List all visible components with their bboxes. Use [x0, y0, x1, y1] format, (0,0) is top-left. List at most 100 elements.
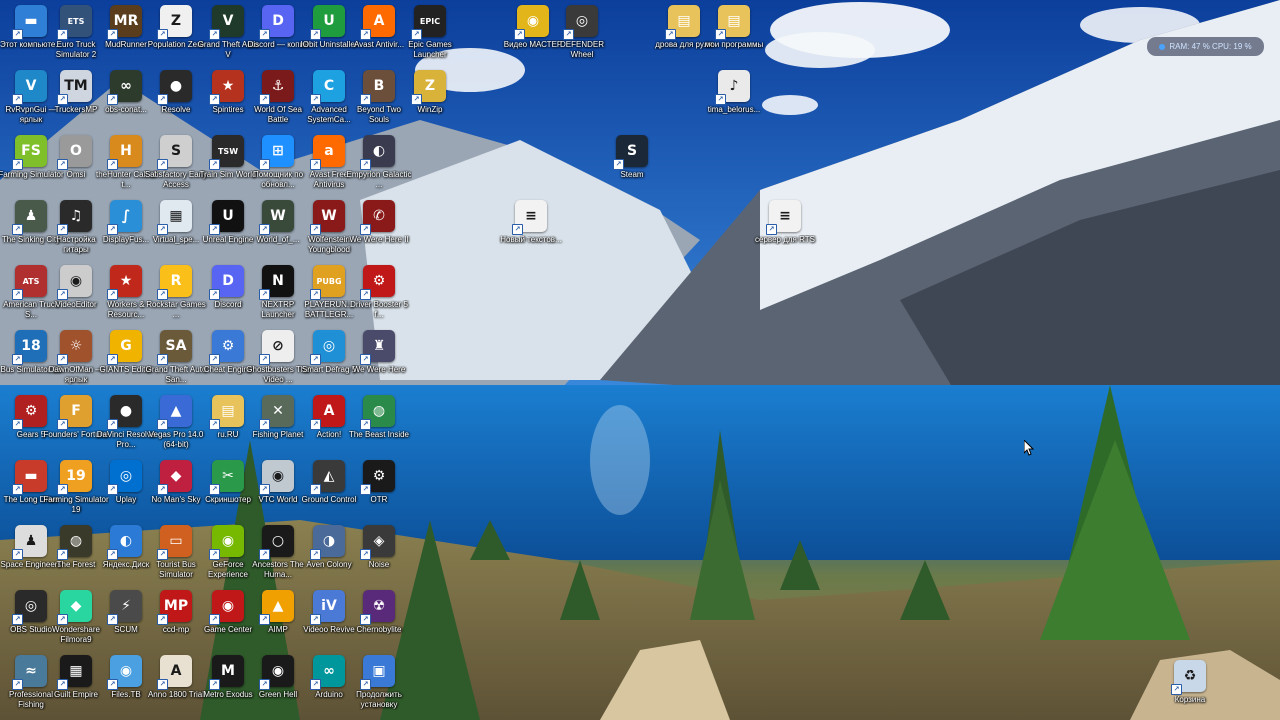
video-master-icon: ◉ ↗ — [514, 5, 549, 40]
shortcut-arrow-icon: ↗ — [57, 614, 68, 625]
shortcut-arrow-icon: ↗ — [259, 354, 270, 365]
scum-icon: ⚡ ↗ — [107, 590, 142, 625]
gta-sa-icon: SA ↗ — [157, 330, 192, 365]
professional-fishing-icon: ≈ ↗ — [12, 655, 47, 690]
avast-icon: A ↗ — [360, 5, 395, 40]
shortcut-arrow-icon: ↗ — [715, 29, 726, 40]
dawn-of-man-icon: ☼ ↗ — [57, 330, 92, 365]
tourist-bus-icon: ▭ ↗ — [157, 525, 192, 560]
nextrp-icon: N ↗ — [259, 265, 294, 300]
shortcut-arrow-icon: ↗ — [310, 289, 321, 300]
desktop-shortcut[interactable]: ▣ ↗ Продолжить установку — [348, 655, 410, 710]
desktop-shortcut[interactable]: S ↗ Steam — [601, 135, 663, 180]
shortcut-arrow-icon: ↗ — [360, 159, 371, 170]
desktop-shortcut-label: Корзина — [1174, 695, 1206, 704]
desktop-shortcut[interactable]: ◈ ↗ Noise — [348, 525, 410, 570]
folder-drivers-icon: ▤ ↗ — [665, 5, 700, 40]
desktop-shortcut-label: Driver Booster 5 f... — [350, 300, 408, 319]
sinking-city-icon: ♟ ↗ — [12, 200, 47, 235]
yandex-disk-icon: ◐ ↗ — [107, 525, 142, 560]
space-engineers-icon: ♟ ↗ — [12, 525, 47, 560]
ru-ru-folder-icon: ▤ ↗ — [209, 395, 244, 430]
shortcut-arrow-icon: ↗ — [360, 549, 371, 560]
displayfusion-icon: ∫ ↗ — [107, 200, 142, 235]
shortcut-arrow-icon: ↗ — [259, 419, 270, 430]
shortcut-arrow-icon: ↗ — [107, 29, 118, 40]
uplay-icon: ◎ ↗ — [107, 460, 142, 495]
virtual-spe-icon: ▦ ↗ — [157, 200, 192, 235]
shortcut-arrow-icon: ↗ — [209, 419, 220, 430]
desktop-shortcut[interactable]: ▤ ↗ мои программы — [703, 5, 765, 50]
desktop-shortcut[interactable]: Z ↗ WinZip — [399, 70, 461, 115]
shortcut-arrow-icon: ↗ — [411, 29, 422, 40]
shortcut-arrow-icon: ↗ — [157, 354, 168, 365]
train-sim-world-icon: TSW ↗ — [209, 135, 244, 170]
the-forest-icon: ◍ ↗ — [57, 525, 92, 560]
shortcut-arrow-icon: ↗ — [310, 679, 321, 690]
farming-sim-icon: FS ↗ — [12, 135, 47, 170]
fishing-planet-icon: ✕ ↗ — [259, 395, 294, 430]
shortcut-arrow-icon: ↗ — [360, 614, 371, 625]
shortcut-arrow-icon: ↗ — [209, 679, 220, 690]
shortcut-arrow-icon: ↗ — [310, 419, 321, 430]
shortcut-arrow-icon: ↗ — [310, 94, 321, 105]
desktop-shortcut[interactable]: ≡ ↗ Новый текстов... — [500, 200, 562, 245]
rvrvpn-icon: V ↗ — [12, 70, 47, 105]
giants-editor-icon: G ↗ — [107, 330, 142, 365]
shortcut-arrow-icon: ↗ — [57, 159, 68, 170]
desktop-shortcut[interactable]: ♜ ↗ We Were Here — [348, 330, 410, 375]
otr-icon: ⚙ ↗ — [360, 460, 395, 495]
desktop-shortcut[interactable]: ⚙ ↗ OTR — [348, 460, 410, 505]
shortcut-arrow-icon: ↗ — [310, 484, 321, 495]
shortcut-arrow-icon: ↗ — [665, 29, 676, 40]
steam-icon: S ↗ — [613, 135, 648, 170]
desktop-shortcut[interactable]: ◐ ↗ Empyrion Galactic ... — [347, 135, 411, 190]
empyrion-icon: ◐ ↗ — [360, 135, 395, 170]
files-tb-icon: ◉ ↗ — [107, 655, 142, 690]
desktop-shortcut-label: Chernobylite — [356, 625, 402, 634]
desktop-shortcut-label: DEFENDER Wheel — [559, 40, 604, 59]
shortcut-arrow-icon: ↗ — [12, 29, 23, 40]
desktop-shortcut[interactable]: ◎ ↗ DEFENDER Wheel — [551, 5, 613, 60]
desktop-shortcut[interactable]: ✆ ↗ We Were Here II — [348, 200, 410, 245]
desktop-shortcut-label: We Were Here II — [349, 235, 409, 244]
shortcut-arrow-icon: ↗ — [209, 29, 220, 40]
ram-cpu-text: RAM: 47 % CPU: 19 % — [1169, 42, 1252, 51]
ancestors-icon: ○ ↗ — [259, 525, 294, 560]
screenshoter-icon: ✂ ↗ — [209, 460, 244, 495]
desktop-shortcut[interactable]: ♪ ↗ tima_belorus... — [703, 70, 765, 115]
desktop-shortcut[interactable]: ⚙ ↗ Driver Booster 5 f... — [348, 265, 410, 320]
desktop-shortcut[interactable]: ◍ ↗ The Beast Inside — [348, 395, 410, 440]
aimp-icon: ▲ ↗ — [259, 590, 294, 625]
shortcut-arrow-icon: ↗ — [157, 289, 168, 300]
shortcut-arrow-icon: ↗ — [209, 549, 220, 560]
desktop-shortcut[interactable]: ☢ ↗ Chernobylite — [348, 590, 410, 635]
shortcut-arrow-icon: ↗ — [107, 419, 118, 430]
new-text-file-icon: ≡ ↗ — [512, 200, 547, 235]
workers-resources-icon: ★ ↗ — [107, 265, 142, 300]
shortcut-arrow-icon: ↗ — [209, 159, 220, 170]
desktop-shortcut[interactable]: ≡ ↗ сервер для RTS — [754, 200, 816, 245]
ghostbusters-icon: ⊘ ↗ — [259, 330, 294, 365]
desktop-shortcut[interactable]: ♻ ↗ Корзина — [1159, 660, 1221, 705]
shortcut-arrow-icon: ↗ — [360, 419, 371, 430]
shortcut-arrow-icon: ↗ — [512, 224, 523, 235]
obs-studio-icon: ◎ ↗ — [12, 590, 47, 625]
shortcut-arrow-icon: ↗ — [259, 549, 270, 560]
filmora-icon: ◆ ↗ — [57, 590, 92, 625]
desktop[interactable]: ▬ ↗ Этот компьюте... ETS ↗ Euro Truck Simulat… — [0, 0, 1280, 720]
shortcut-arrow-icon: ↗ — [57, 289, 68, 300]
shortcut-arrow-icon: ↗ — [310, 159, 321, 170]
desktop-shortcut[interactable]: EPIC ↗ Epic Games Launcher — [399, 5, 461, 60]
ram-cpu-widget[interactable]: RAM: 47 % CPU: 19 % — [1147, 37, 1264, 56]
satisfactory-icon: S ↗ — [157, 135, 192, 170]
windows-update-assistant-icon: ⊞ ↗ — [259, 135, 294, 170]
world-of-sea-battle-icon: ⚓ ↗ — [259, 70, 294, 105]
winzip-icon: Z ↗ — [411, 70, 446, 105]
shortcut-arrow-icon: ↗ — [12, 419, 23, 430]
shortcut-arrow-icon: ↗ — [613, 159, 624, 170]
shortcut-arrow-icon: ↗ — [12, 289, 23, 300]
server-rts-file-icon: ≡ ↗ — [766, 200, 801, 235]
shortcut-arrow-icon: ↗ — [209, 614, 220, 625]
desktop-shortcut-label: WinZip — [417, 105, 443, 114]
